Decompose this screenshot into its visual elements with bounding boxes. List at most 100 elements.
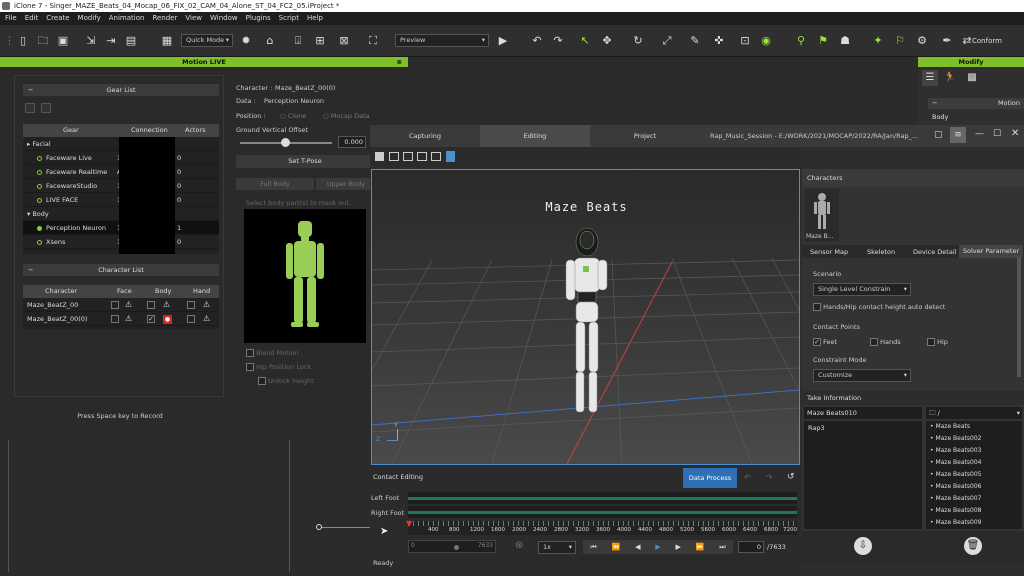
motion-section-header[interactable]: − Motion <box>928 98 1024 109</box>
quick-mode-select[interactable]: Quick Mode <box>181 34 233 47</box>
menu-window[interactable]: Window <box>210 12 238 25</box>
range-handle[interactable] <box>454 545 459 550</box>
body-mask-preview[interactable] <box>244 209 366 343</box>
move-icon[interactable]: ✥ <box>600 34 614 48</box>
gizmo-icon[interactable]: ✜ <box>712 34 726 48</box>
menu-script[interactable]: Script <box>279 12 299 25</box>
3d-viewport[interactable]: Maze Beats Y Z <box>371 169 800 465</box>
goto-end-icon[interactable]: ⏭ <box>719 543 725 552</box>
import-take-icon[interactable]: ⇩ <box>854 537 872 555</box>
motion-icon[interactable]: ✦ <box>871 34 885 48</box>
save-icon[interactable]: ▣ <box>56 34 70 48</box>
take-name-input[interactable]: Maze Beats010 <box>804 407 922 419</box>
undo-icon[interactable]: ↶ <box>530 34 544 48</box>
take-item[interactable]: • Maze Beats008 <box>926 505 1022 517</box>
tab-capturing[interactable]: Capturing <box>370 125 480 147</box>
sliders-icon[interactable]: ☰ <box>922 70 938 86</box>
face-checkbox[interactable] <box>111 312 119 326</box>
screenshot-icon[interactable]: ▤ <box>124 34 138 48</box>
unlock-height-checkbox[interactable]: Unlock Height <box>258 377 314 385</box>
speed-select[interactable]: 1x <box>538 541 576 554</box>
menu-modify[interactable]: Modify <box>78 12 101 25</box>
run-icon[interactable]: 🏃 <box>942 70 958 86</box>
character-thumbnail[interactable]: Maze B... <box>805 189 839 241</box>
export-icon[interactable]: ⇥ <box>104 34 118 48</box>
tab-sensor-map[interactable]: Sensor Map <box>810 248 848 256</box>
minimize-icon[interactable]: — <box>975 129 984 139</box>
reset-icon[interactable]: ↺ <box>787 472 795 482</box>
hands-hip-checkbox[interactable]: Hands/Hip contact height auto detect <box>813 303 945 311</box>
flag-icon[interactable]: ⚐ <box>893 34 907 48</box>
open-folder-icon[interactable]: 🗀 <box>36 34 50 48</box>
tab-solver-parameter[interactable]: Solver Parameter <box>959 245 1023 258</box>
full-body-tab[interactable]: Full Body <box>236 178 314 190</box>
next-key-icon[interactable]: ⏩ <box>696 543 705 551</box>
collapse-icon[interactable]: − <box>28 264 33 276</box>
prev-frame-icon[interactable]: ◀ <box>635 543 640 551</box>
collapse-icon[interactable]: − <box>28 84 33 96</box>
frame-ruler[interactable]: ▼ 400 800 1200 1600 2000 2400 2800 3200 … <box>406 519 797 535</box>
delete-take-icon[interactable]: 🗑 <box>964 537 982 555</box>
character-list-header[interactable]: − Character List <box>23 264 219 276</box>
brush-icon[interactable]: ✎ <box>688 34 702 48</box>
next-frame-icon[interactable]: ▶ <box>675 543 680 551</box>
camera-view-icon[interactable] <box>446 151 455 162</box>
hands-checkbox[interactable]: Hands <box>870 338 901 346</box>
take-item[interactable]: • Maze Beats006 <box>926 481 1022 493</box>
grid-icon[interactable]: ⊠ <box>337 34 351 48</box>
constraint-mode-select[interactable]: Customize <box>813 369 911 382</box>
menu-icon[interactable]: ≡ <box>950 127 966 143</box>
layout-grid-icon[interactable] <box>431 152 441 161</box>
tab-project[interactable]: Project <box>590 125 700 147</box>
take-item[interactable]: • Maze Beats005 <box>926 469 1022 481</box>
solver-scrollbar[interactable] <box>1017 257 1021 377</box>
scale-icon[interactable]: ⤢ <box>660 34 674 48</box>
prev-key-icon[interactable]: ⏪ <box>612 543 621 551</box>
upper-body-tab[interactable]: Upper Body <box>316 178 376 190</box>
position-clone-radio[interactable]: ○ Clone <box>280 112 306 120</box>
layout-single-icon[interactable] <box>375 152 384 161</box>
take-item[interactable]: • Maze Beats003 <box>926 445 1022 457</box>
robot-character[interactable] <box>552 222 622 432</box>
tab-skeleton[interactable]: Skeleton <box>867 248 895 256</box>
goto-start-icon[interactable]: ⏮ <box>590 543 596 552</box>
take-item[interactable]: • Maze Beats <box>926 421 1022 433</box>
character-row[interactable]: Maze_BeatZ_00(0) ⚠ ✓ ● ⚠ <box>23 312 219 326</box>
menu-help[interactable]: Help <box>307 12 323 25</box>
pose-icon[interactable]: ⚲ <box>794 34 808 48</box>
walk-icon[interactable]: ⚑ <box>816 34 830 48</box>
blend-motion-checkbox[interactable]: Blend Motion <box>246 349 299 357</box>
hand-checkbox[interactable] <box>187 312 195 326</box>
hip-lock-checkbox[interactable]: Hip Position Lock <box>246 363 311 371</box>
hip-checkbox[interactable]: Hip <box>927 338 948 346</box>
offset-input[interactable]: 0.000 <box>338 136 366 148</box>
layout-three-icon[interactable] <box>403 152 413 161</box>
gear-list-header[interactable]: − Gear List <box>23 84 219 96</box>
data-process-button[interactable]: Data Process <box>683 468 737 488</box>
take-group-item[interactable]: Rap3 <box>804 421 922 435</box>
robot-icon[interactable]: ☗ <box>838 34 852 48</box>
menu-edit[interactable]: Edit <box>25 12 39 25</box>
frame-icon[interactable]: ⛶ <box>366 34 380 48</box>
playhead-icon[interactable]: ▼ <box>406 519 412 528</box>
checker-icon[interactable]: ▩ <box>964 70 980 86</box>
take-list[interactable]: • Maze Beats • Maze Beats002 • Maze Beat… <box>926 421 1022 529</box>
take-item[interactable]: • Maze Beats009 <box>926 517 1022 529</box>
undo-icon[interactable]: ↶ <box>744 473 751 482</box>
new-file-icon[interactable]: ▯ <box>16 34 30 48</box>
take-item[interactable]: • Maze Beats004 <box>926 457 1022 469</box>
menu-file[interactable]: File <box>5 12 17 25</box>
play-icon[interactable]: ▶ <box>655 543 660 551</box>
left-foot-track[interactable] <box>408 492 797 504</box>
eye-icon[interactable]: ◉ <box>759 34 773 48</box>
position-mocap-radio[interactable]: ○ Mocap Data <box>323 112 370 120</box>
maximize-icon[interactable]: ☐ <box>993 129 1001 139</box>
layout-two-icon[interactable] <box>389 152 399 161</box>
snap-icon[interactable]: ⊡ <box>738 34 752 48</box>
scenario-select[interactable]: Single Level Constrain <box>813 283 911 296</box>
set-tpose-button[interactable]: Set T-Pose <box>236 155 374 168</box>
stage-icon[interactable]: ▦ <box>160 34 174 48</box>
slider-thumb[interactable] <box>281 138 290 147</box>
import-icon[interactable]: ⇲ <box>84 34 98 48</box>
add-box-icon[interactable]: ⊞ <box>313 34 327 48</box>
